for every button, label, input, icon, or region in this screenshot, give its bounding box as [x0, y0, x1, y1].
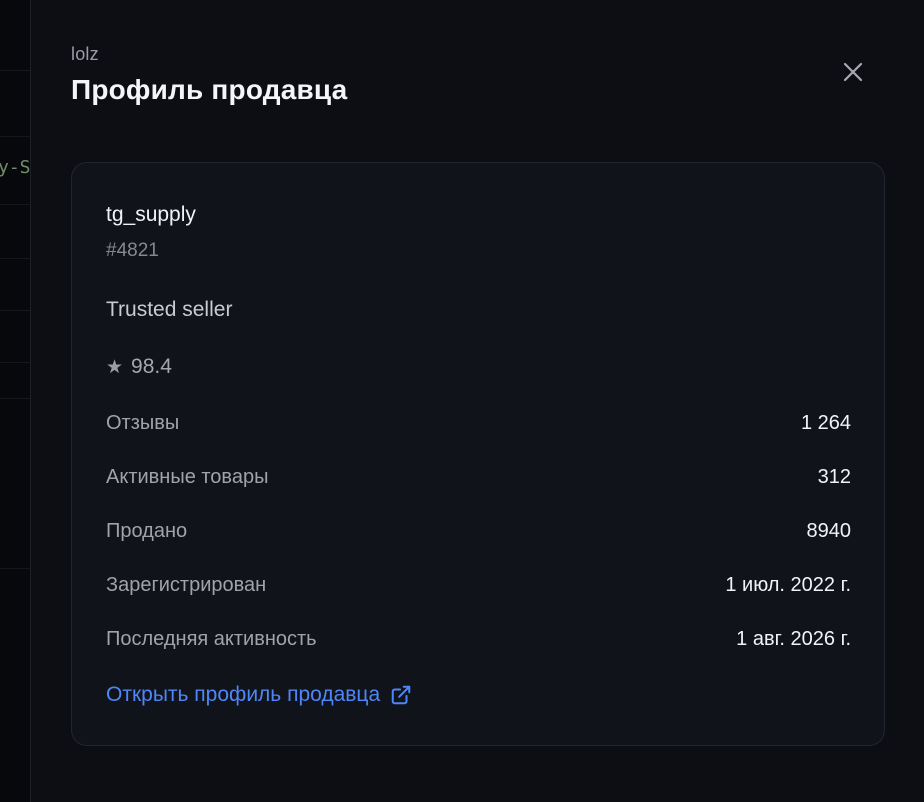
stat-row-sold: Продано 8940: [106, 517, 851, 545]
background-divider: [0, 310, 30, 311]
stat-label: Активные товары: [106, 465, 269, 488]
stat-label: Продано: [106, 519, 188, 542]
stat-value: 1 июл. 2022 г.: [725, 573, 851, 596]
star-icon: ★: [106, 356, 124, 378]
external-link-icon: [391, 685, 411, 705]
seller-card: tg_supply #4821 Trusted seller ★ 98.4 От…: [71, 162, 885, 746]
marketplace-label: lolz: [71, 44, 99, 64]
stat-value: 1 264: [800, 411, 851, 434]
background-divider: [0, 204, 30, 205]
stat-label: Зарегистрирован: [106, 573, 267, 596]
stat-label: Отзывы: [106, 411, 180, 434]
seller-id: #4821: [106, 240, 159, 261]
rating-value: 98.4: [131, 355, 172, 378]
seller-profile-drawer: lolz Профиль продавца tg_supply #4821 Tr…: [30, 0, 924, 802]
background-divider: [0, 258, 30, 259]
background-text-fragment: y-S: [0, 157, 30, 178]
seller-status: Trusted seller: [106, 298, 233, 321]
stat-value: 312: [817, 465, 851, 488]
background-divider: [0, 362, 30, 363]
stat-value: 1 авг. 2026 г.: [736, 627, 851, 650]
stat-row-reviews: Отзывы 1 264: [106, 409, 851, 437]
open-seller-profile-label: Открыть профиль продавца: [106, 683, 381, 706]
stat-value: 8940: [806, 519, 852, 542]
close-icon: [843, 62, 863, 82]
background-divider: [0, 398, 30, 399]
seller-rating: ★ 98.4: [106, 355, 172, 379]
background-divider: [0, 70, 30, 71]
background-divider: [0, 568, 30, 569]
stat-row-last-activity: Последняя активность 1 авг. 2026 г.: [106, 625, 851, 653]
background-divider: [0, 136, 30, 137]
seller-name: tg_supply: [106, 203, 196, 226]
stat-row-registered: Зарегистрирован 1 июл. 2022 г.: [106, 571, 851, 599]
stat-label: Последняя активность: [106, 627, 317, 650]
drawer-title: Профиль продавца: [71, 74, 348, 105]
stat-row-active-items: Активные товары 312: [106, 463, 851, 491]
background-page: y-S: [0, 0, 30, 802]
open-seller-profile-link[interactable]: Открыть профиль продавца: [106, 683, 412, 707]
close-button[interactable]: [835, 54, 871, 90]
